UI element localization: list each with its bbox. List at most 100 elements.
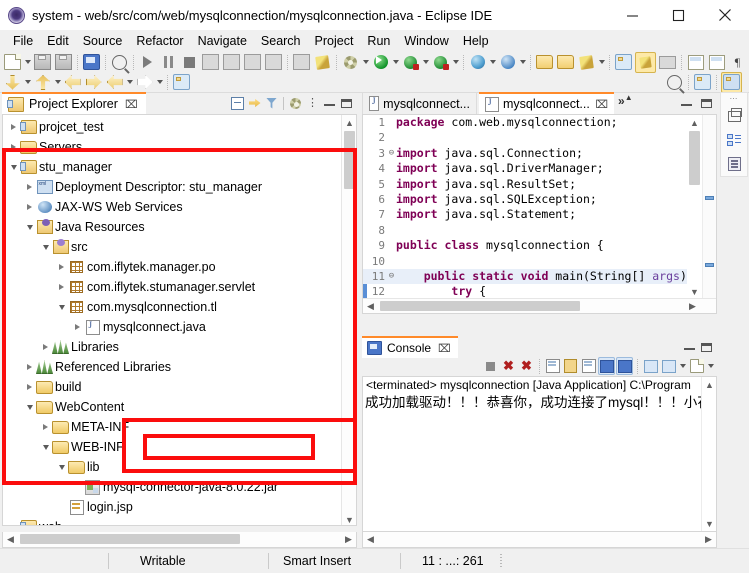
remove-all-terminated-icon[interactable]: ✖ xyxy=(518,357,535,375)
new-dropdown-icon[interactable] xyxy=(23,53,32,72)
maximize-view-icon[interactable] xyxy=(338,93,355,113)
show-console-on-output-icon[interactable] xyxy=(598,357,615,375)
tree-item[interactable]: JAX-WS Web Services xyxy=(3,197,341,217)
chevron-down-icon[interactable] xyxy=(23,397,36,417)
resume-icon[interactable] xyxy=(138,53,157,72)
view-menu-extra-icon[interactable] xyxy=(287,93,304,113)
scroll-up-icon[interactable]: ▲ xyxy=(687,115,702,130)
menu-navigate[interactable]: Navigate xyxy=(191,32,254,50)
step-over-icon[interactable] xyxy=(243,53,262,72)
chevron-down-icon[interactable] xyxy=(55,457,68,477)
tree-item[interactable]: src xyxy=(3,237,341,257)
tree-item[interactable]: Deployment Descriptor: stu_manager xyxy=(3,177,341,197)
menu-run[interactable]: Run xyxy=(360,32,397,50)
chevron-down-icon[interactable] xyxy=(23,217,36,237)
pin-console-icon[interactable] xyxy=(642,357,659,375)
new-java-package-icon[interactable] xyxy=(577,53,596,72)
new-icon[interactable] xyxy=(3,53,22,72)
next-edit-dropdown-icon[interactable] xyxy=(53,73,62,92)
tree-item[interactable]: WebContent xyxy=(3,397,341,417)
tree-item[interactable]: com.mysqlconnection.tl xyxy=(3,297,341,317)
fold-toggle-icon[interactable]: ⊖ xyxy=(387,269,396,284)
outline-view-icon[interactable] xyxy=(721,128,747,152)
forward-history-icon[interactable] xyxy=(84,73,103,92)
link-with-editor-icon[interactable] xyxy=(246,93,263,113)
tree-item[interactable]: com.iflytek.stumanager.servlet xyxy=(3,277,341,297)
tree-item[interactable]: com.iflytek.manager.po xyxy=(3,257,341,277)
chevron-right-icon[interactable] xyxy=(23,357,36,377)
previous-annotation-icon[interactable] xyxy=(707,53,726,72)
previous-edit-dropdown-icon[interactable] xyxy=(23,73,32,92)
maximize-button[interactable] xyxy=(655,0,701,30)
remove-launch-icon[interactable]: ✖ xyxy=(500,357,517,375)
show-whitespace-icon[interactable]: ¶ xyxy=(728,53,747,72)
code-line[interactable]: 2 xyxy=(363,130,687,145)
run-last-icon[interactable] xyxy=(431,53,450,72)
run-ant-icon[interactable] xyxy=(313,53,332,72)
console-horizontal-scrollbar[interactable]: ◀ ▶ xyxy=(362,532,717,548)
scrollbar-thumb[interactable] xyxy=(689,131,700,185)
run-dropdown-icon[interactable] xyxy=(391,53,400,72)
restore-icon[interactable] xyxy=(721,104,747,128)
tree-item[interactable]: web xyxy=(3,517,341,525)
close-icon[interactable]: ⌧ xyxy=(595,98,608,111)
ruler-marker[interactable] xyxy=(705,263,714,267)
code-line[interactable]: 9 public class mysqlconnection { xyxy=(363,238,687,253)
chevron-right-icon[interactable] xyxy=(23,377,36,397)
word-wrap-icon[interactable] xyxy=(580,357,597,375)
menu-project[interactable]: Project xyxy=(308,32,361,50)
browser-dropdown-icon[interactable] xyxy=(488,53,497,72)
menu-edit[interactable]: Edit xyxy=(40,32,76,50)
save-all-icon[interactable] xyxy=(54,53,73,72)
server-dropdown-icon[interactable] xyxy=(518,53,527,72)
server-icon[interactable] xyxy=(498,53,517,72)
scrollbar-thumb[interactable] xyxy=(344,131,355,189)
forward-nav-dropdown-icon[interactable] xyxy=(155,73,164,92)
filters-icon[interactable] xyxy=(263,93,280,113)
tree-item[interactable]: META-INF xyxy=(3,417,341,437)
pin-editor-icon[interactable] xyxy=(614,53,633,72)
chevron-down-icon[interactable] xyxy=(55,297,68,317)
code-line[interactable]: 10 xyxy=(363,254,687,269)
console-vertical-scrollbar[interactable]: ▲ ▼ xyxy=(701,377,716,531)
scroll-down-icon[interactable]: ▼ xyxy=(702,516,716,531)
next-edit-icon[interactable] xyxy=(33,73,52,92)
tree-item[interactable]: lib xyxy=(3,457,341,477)
tree-item[interactable]: build xyxy=(3,377,341,397)
back-nav-dropdown-icon[interactable] xyxy=(125,73,134,92)
menu-source[interactable]: Source xyxy=(76,32,130,50)
chevron-down-icon[interactable] xyxy=(39,237,52,257)
previous-edit-icon[interactable] xyxy=(3,73,22,92)
scroll-up-icon[interactable]: ▲ xyxy=(342,115,356,130)
editor-tab-2[interactable]: mysqlconnect... ⌧ xyxy=(479,92,614,114)
chevron-down-icon[interactable] xyxy=(39,437,52,457)
display-selected-console-icon[interactable] xyxy=(660,357,677,375)
maximize-view-icon[interactable] xyxy=(698,93,715,113)
hscrollbar-thumb[interactable] xyxy=(380,301,580,311)
code-line[interactable]: 5 import java.sql.ResultSet; xyxy=(363,177,687,192)
disconnect-icon[interactable] xyxy=(201,53,220,72)
chevron-right-icon[interactable] xyxy=(7,137,20,157)
format-icon[interactable] xyxy=(292,53,311,72)
tree-item[interactable]: Servers xyxy=(3,137,341,157)
suspend-icon[interactable] xyxy=(159,53,178,72)
menu-window[interactable]: Window xyxy=(397,32,455,50)
new-window-icon[interactable] xyxy=(172,73,191,92)
java-ee-perspective-icon[interactable] xyxy=(721,71,742,93)
show-console-on-error-icon[interactable] xyxy=(616,357,633,375)
open-browser-icon[interactable] xyxy=(468,53,487,72)
scroll-right-icon[interactable]: ▶ xyxy=(685,299,700,313)
collapse-all-icon[interactable] xyxy=(229,93,246,113)
minimize-button[interactable] xyxy=(609,0,655,30)
code-line[interactable]: 1 package com.web.mysqlconnection; xyxy=(363,115,687,130)
close-icon[interactable]: ⌧ xyxy=(125,98,138,111)
next-annotation-icon[interactable] xyxy=(686,53,705,72)
chevron-right-icon[interactable] xyxy=(55,277,68,297)
code-line[interactable]: 8 xyxy=(363,223,687,238)
tab-console[interactable]: Console ⌧ xyxy=(362,336,458,358)
chevron-right-icon[interactable] xyxy=(71,317,84,337)
chevron-right-icon[interactable] xyxy=(23,177,36,197)
tree-item[interactable]: mysqlconnect.java xyxy=(3,317,341,337)
chevron-right-icon[interactable] xyxy=(23,197,36,217)
ruler-marker[interactable] xyxy=(705,196,714,200)
